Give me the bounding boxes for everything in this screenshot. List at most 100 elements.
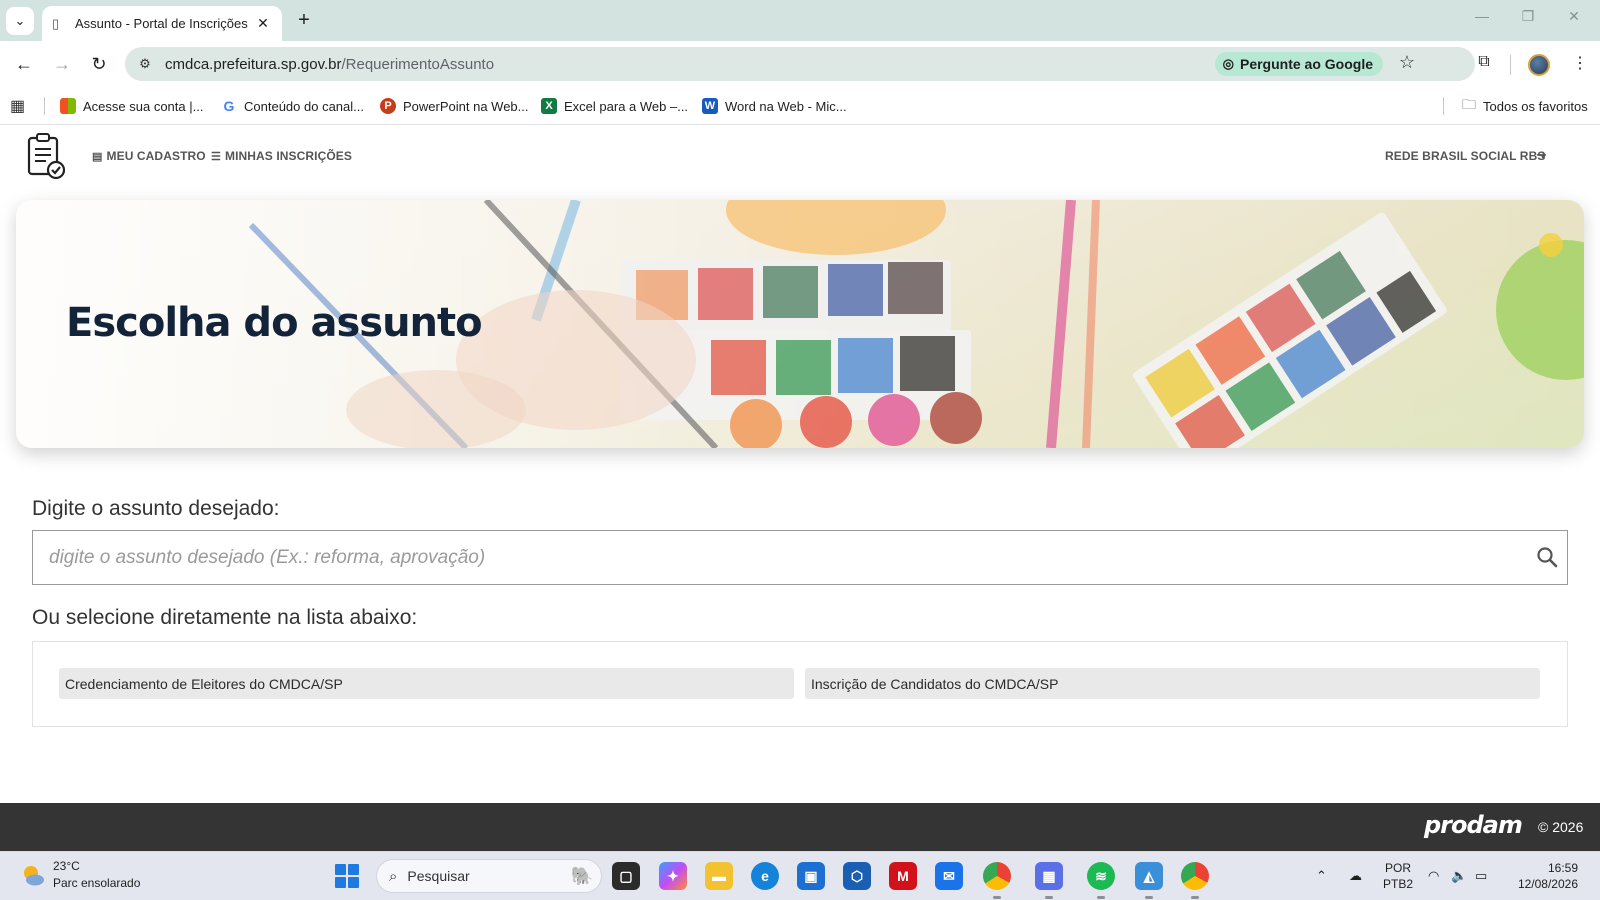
elephant-icon: 🐘 <box>570 865 593 886</box>
running-indicator <box>993 896 1001 899</box>
input-language[interactable]: POR PTB2 <box>1383 860 1413 892</box>
tab-title: Assunto - Portal de Inscrições <box>75 16 248 31</box>
forward-button[interactable]: → <box>50 52 74 76</box>
id-card-icon: ▤ <box>92 150 103 163</box>
apps-grid-icon[interactable]: ▦ <box>10 96 25 116</box>
hero-banner: Escolha do assunto <box>16 200 1584 448</box>
subject-item-inscricao[interactable]: Inscrição de Candidatos do CMDCA/SP <box>805 668 1540 699</box>
browser-tabstrip: ⌄ ▯ Assunto - Portal de Inscrições ✕ + —… <box>0 0 1600 41</box>
task-view-icon[interactable]: ▢ <box>612 862 640 890</box>
user-account-name[interactable]: REDE BRASIL SOCIAL RBS <box>1385 149 1545 163</box>
new-tab-button[interactable]: + <box>292 9 316 33</box>
url-text[interactable]: cmdca.prefeitura.sp.gov.br/RequerimentoA… <box>165 56 494 73</box>
windows-taskbar: 23°C Parc ensolarado ⌕ Pesquisar 🐘 ▢ ✦ ▬… <box>0 851 1600 900</box>
mcafee-icon[interactable]: M <box>889 862 917 890</box>
store-icon[interactable]: ▣ <box>797 862 825 890</box>
weather-temperature[interactable]: 23°C <box>53 859 80 873</box>
search-label: Digite o assunto desejado: <box>32 497 280 520</box>
bookmarks-divider <box>1443 97 1444 115</box>
close-tab-icon[interactable]: ✕ <box>254 15 272 32</box>
bookmark-excel[interactable]: X Excel para a Web –... <box>541 87 688 125</box>
bookmark-label: PowerPoint na Web... <box>403 98 529 114</box>
bookmark-label: Word na Web - Mic... <box>725 98 847 114</box>
calendar-app-icon[interactable]: ▦ <box>1035 862 1063 890</box>
menu-label: MINHAS INSCRIÇÕES <box>224 149 353 163</box>
toolbar-divider <box>1510 55 1511 75</box>
outlook-icon[interactable]: ✉ <box>935 862 963 890</box>
menu-label: MEU CADASTRO <box>106 149 206 163</box>
site-header: ▤ MEU CADASTRO ☰ MINHAS INSCRIÇÕES REDE … <box>0 126 1600 200</box>
windows-logo-tile <box>335 877 346 888</box>
bookmark-label: Acesse sua conta |... <box>83 98 204 114</box>
weather-description[interactable]: Parc ensolarado <box>53 876 140 890</box>
onedrive-icon[interactable]: ☁ <box>1349 868 1362 884</box>
wifi-icon[interactable]: ◠ <box>1428 868 1439 884</box>
all-bookmarks-button[interactable]: 🗀 Todos os favoritos <box>1462 87 1588 125</box>
bookmark-powerpoint[interactable]: P PowerPoint na Web... <box>380 87 529 125</box>
subject-item-credenciamento[interactable]: Credenciamento de Eleitores do CMDCA/SP <box>59 668 794 699</box>
powerpoint-icon: P <box>380 98 396 114</box>
start-button[interactable] <box>335 864 359 888</box>
bookmark-google[interactable]: G Conteúdo do canal... <box>221 87 364 125</box>
edge-icon[interactable]: e <box>751 862 779 890</box>
system-clock[interactable]: 16:59 12/08/2026 <box>1510 860 1578 892</box>
bookmarks-bar: ▦ Acesse sua conta |... G Conteúdo do ca… <box>0 87 1600 125</box>
windows-logo-tile <box>348 864 359 875</box>
clock-time: 16:59 <box>1547 861 1578 875</box>
ask-google-button[interactable]: ◎ Pergunte ao Google <box>1214 52 1383 76</box>
battery-icon[interactable]: ▭ <box>1475 868 1487 884</box>
list-icon: ☰ <box>211 150 221 163</box>
more-menu-icon[interactable]: ⋮ <box>1568 53 1592 73</box>
word-icon: W <box>702 98 718 114</box>
url-path: /RequerimentoAssunto <box>341 55 495 73</box>
browser-tab-active[interactable]: ▯ Assunto - Portal de Inscrições ✕ <box>42 6 282 41</box>
all-bookmarks-label: Todos os favoritos <box>1483 98 1588 114</box>
windows-logo-tile <box>348 877 359 888</box>
bookmark-label: Excel para a Web –... <box>564 98 689 114</box>
taskbar-search-label: Pesquisar <box>407 868 470 884</box>
chrome-icon[interactable] <box>983 862 1011 890</box>
search-icon[interactable] <box>1535 545 1559 569</box>
bookmark-label: Conteúdo do canal... <box>244 98 364 114</box>
user-label: REDE BRASIL SOCIAL RBS <box>1385 149 1546 163</box>
browser-toolbar: ← → ↻ ⚙ cmdca.prefeitura.sp.gov.br/Reque… <box>0 41 1600 87</box>
google-icon: G <box>221 98 237 114</box>
taskbar-search[interactable]: ⌕ Pesquisar 🐘 <box>376 859 602 893</box>
reload-button[interactable]: ↻ <box>87 52 111 76</box>
page-title: Escolha do assunto <box>66 300 483 346</box>
lens-icon: ◎ <box>1222 56 1234 71</box>
subject-search-input[interactable] <box>49 531 1489 584</box>
back-button[interactable]: ← <box>12 52 36 76</box>
bookmarks-divider <box>44 97 45 115</box>
running-indicator <box>1045 896 1053 899</box>
partly-sunny-icon[interactable] <box>20 862 46 888</box>
menu-minhas-inscricoes[interactable]: ☰ MINHAS INSCRIÇÕES <box>211 149 352 163</box>
bookmark-word[interactable]: W Word na Web - Mic... <box>702 87 847 125</box>
menu-meu-cadastro[interactable]: ▤ MEU CADASTRO <box>92 149 206 163</box>
language-code: POR <box>1385 861 1412 875</box>
vpn-icon[interactable]: ⬡ <box>843 862 871 890</box>
file-explorer-icon[interactable]: ▬ <box>705 862 733 890</box>
close-window-button[interactable]: ✕ <box>1562 8 1586 25</box>
clipboard-check-icon[interactable] <box>26 132 66 180</box>
copilot-icon[interactable]: ✦ <box>659 862 687 890</box>
running-indicator <box>1097 896 1105 899</box>
tab-search-button[interactable]: ⌄ <box>6 7 34 35</box>
profile-avatar[interactable] <box>1528 54 1550 76</box>
bookmark-star-icon[interactable]: ☆ <box>1399 52 1415 73</box>
site-info-icon[interactable]: ⚙ <box>135 56 155 72</box>
ask-google-label: Pergunte ao Google <box>1239 56 1373 72</box>
volume-icon[interactable]: 🔈 <box>1451 868 1467 884</box>
chrome-profile-icon[interactable] <box>1181 862 1209 890</box>
logout-icon[interactable]: ➜ <box>1536 147 1547 163</box>
restore-button[interactable]: ❐ <box>1516 8 1540 25</box>
spotify-icon[interactable]: ≋ <box>1087 862 1115 890</box>
address-bar[interactable]: ⚙ cmdca.prefeitura.sp.gov.br/Requeriment… <box>125 47 1475 81</box>
show-hidden-icons-chevron-icon[interactable]: ⌃ <box>1316 868 1327 884</box>
bookmark-microsoft[interactable]: Acesse sua conta |... <box>60 87 203 125</box>
photos-icon[interactable]: ◭ <box>1135 862 1163 890</box>
minimize-button[interactable]: — <box>1470 8 1494 24</box>
extensions-icon[interactable]: ⧉ <box>1472 53 1496 71</box>
folder-icon: 🗀 <box>1462 96 1476 112</box>
clock-date: 12/08/2026 <box>1517 877 1578 891</box>
